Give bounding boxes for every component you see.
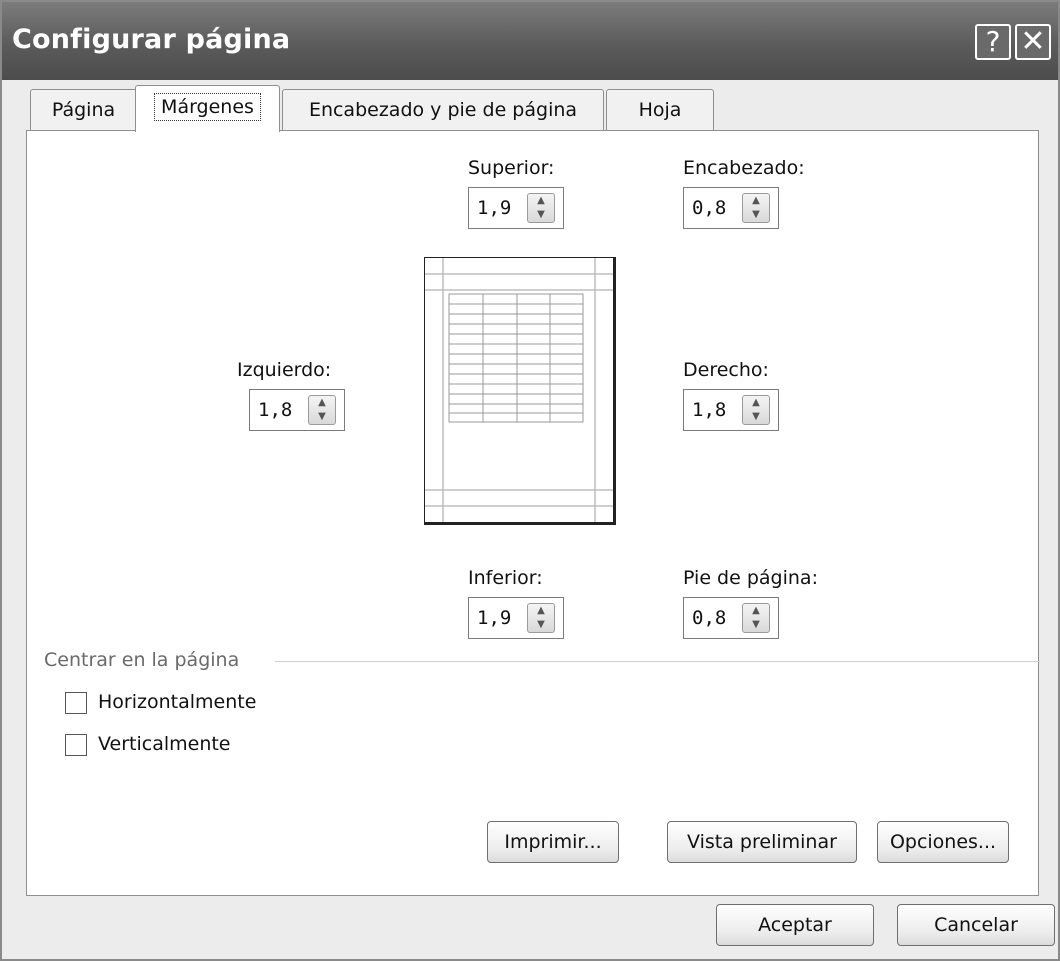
tab-hoja[interactable]: Hoja (606, 89, 714, 131)
tab-label: Página (51, 99, 116, 121)
inferior-label: Inferior: (468, 567, 543, 589)
tab-label: Márgenes (154, 93, 261, 121)
page-preview-drawing (425, 258, 613, 522)
superior-spinner: ▲ ▼ (468, 187, 564, 229)
vertical-label[interactable]: Verticalmente (98, 733, 231, 755)
inferior-spinner: ▲ ▼ (468, 597, 564, 639)
up-arrow-icon[interactable]: ▲ (528, 194, 554, 208)
derecho-label: Derecho: (683, 359, 769, 381)
page-preview (424, 257, 616, 525)
close-icon: ✕ (1020, 24, 1046, 59)
group-divider (275, 661, 1040, 662)
aceptar-button[interactable]: Aceptar (716, 904, 874, 946)
tab-label: Encabezado y pie de página (308, 99, 578, 121)
encabezado-input[interactable] (684, 188, 742, 228)
horizontal-checkbox[interactable] (65, 692, 87, 714)
up-arrow-icon[interactable]: ▲ (743, 194, 769, 208)
derecho-input[interactable] (684, 390, 742, 430)
page-setup-dialog: Configurar página ? ✕ Página Márgenes En… (0, 0, 1060, 961)
vertical-checkbox[interactable] (65, 734, 87, 756)
izquierdo-label: Izquierdo: (237, 359, 332, 381)
tab-margenes[interactable]: Márgenes (135, 85, 280, 132)
tab-pagina[interactable]: Página (30, 89, 137, 131)
superior-spin-button[interactable]: ▲ ▼ (527, 193, 555, 223)
superior-input[interactable] (469, 188, 527, 228)
up-arrow-icon[interactable]: ▲ (309, 396, 335, 410)
imprimir-button[interactable]: Imprimir... (487, 821, 619, 863)
tab-label: Hoja (638, 99, 682, 121)
down-arrow-icon[interactable]: ▼ (743, 410, 769, 424)
derecho-spin-button[interactable]: ▲ ▼ (742, 395, 770, 425)
derecho-spinner: ▲ ▼ (683, 389, 779, 431)
close-button[interactable]: ✕ (1015, 24, 1051, 60)
encabezado-spinner: ▲ ▼ (683, 187, 779, 229)
superior-label: Superior: (468, 157, 555, 179)
down-arrow-icon[interactable]: ▼ (743, 208, 769, 222)
opciones-button[interactable]: Opciones... (877, 821, 1009, 863)
inferior-input[interactable] (469, 598, 527, 638)
title-bar: Configurar página ? ✕ (2, 2, 1058, 80)
izquierdo-spin-button[interactable]: ▲ ▼ (308, 395, 336, 425)
pie-input[interactable] (684, 598, 742, 638)
pie-spinner: ▲ ▼ (683, 597, 779, 639)
cancelar-button[interactable]: Cancelar (897, 904, 1055, 946)
vista-preliminar-button[interactable]: Vista preliminar (667, 821, 857, 863)
izquierdo-input[interactable] (250, 390, 308, 430)
inferior-spin-button[interactable]: ▲ ▼ (527, 603, 555, 633)
help-button[interactable]: ? (975, 24, 1011, 60)
up-arrow-icon[interactable]: ▲ (743, 604, 769, 618)
centrar-group-label: Centrar en la página (44, 649, 240, 671)
pie-spin-button[interactable]: ▲ ▼ (742, 603, 770, 633)
tab-encabezado-pie[interactable]: Encabezado y pie de página (282, 89, 604, 131)
izquierdo-spinner: ▲ ▼ (249, 389, 345, 431)
down-arrow-icon[interactable]: ▼ (528, 618, 554, 632)
encabezado-label: Encabezado: (683, 157, 805, 179)
help-icon: ? (985, 25, 1001, 58)
up-arrow-icon[interactable]: ▲ (743, 396, 769, 410)
down-arrow-icon[interactable]: ▼ (743, 618, 769, 632)
down-arrow-icon[interactable]: ▼ (528, 208, 554, 222)
dialog-title: Configurar página (12, 24, 291, 55)
down-arrow-icon[interactable]: ▼ (309, 410, 335, 424)
up-arrow-icon[interactable]: ▲ (528, 604, 554, 618)
encabezado-spin-button[interactable]: ▲ ▼ (742, 193, 770, 223)
margins-panel: Superior: ▲ ▼ Encabezado: ▲ ▼ Izquierdo:… (26, 130, 1040, 896)
pie-label: Pie de página: (683, 567, 818, 589)
horizontal-label[interactable]: Horizontalmente (98, 691, 256, 713)
